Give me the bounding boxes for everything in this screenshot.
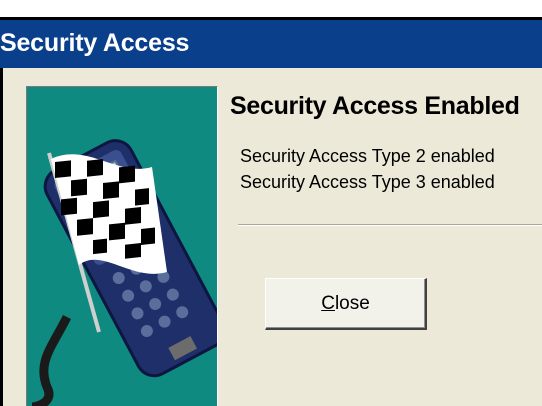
close-button[interactable]: Close [265, 278, 427, 330]
security-access-dialog: Security Access Security Access Enabled … [0, 0, 542, 406]
status-message-2: Security Access Type 3 enabled [240, 172, 495, 192]
checkered-flag [51, 154, 167, 274]
window-left-edge [0, 68, 3, 406]
close-button-label: lose [334, 292, 370, 314]
separator-line [238, 224, 542, 226]
window-title: Security Access [0, 29, 190, 57]
window-top-edge [0, 0, 542, 20]
title-bar[interactable]: Security Access [0, 20, 542, 68]
dialog-body: Security Access Enabled Security Access … [0, 68, 542, 406]
close-button-mnemonic: C [321, 292, 335, 314]
cable-shape [31, 314, 72, 406]
scan-tool-illustration [26, 86, 218, 406]
handheld-scan-tool-with-checkered-flag-icon [31, 139, 217, 406]
dialog-heading: Security Access Enabled [230, 92, 520, 120]
status-message-1: Security Access Type 2 enabled [240, 146, 495, 166]
